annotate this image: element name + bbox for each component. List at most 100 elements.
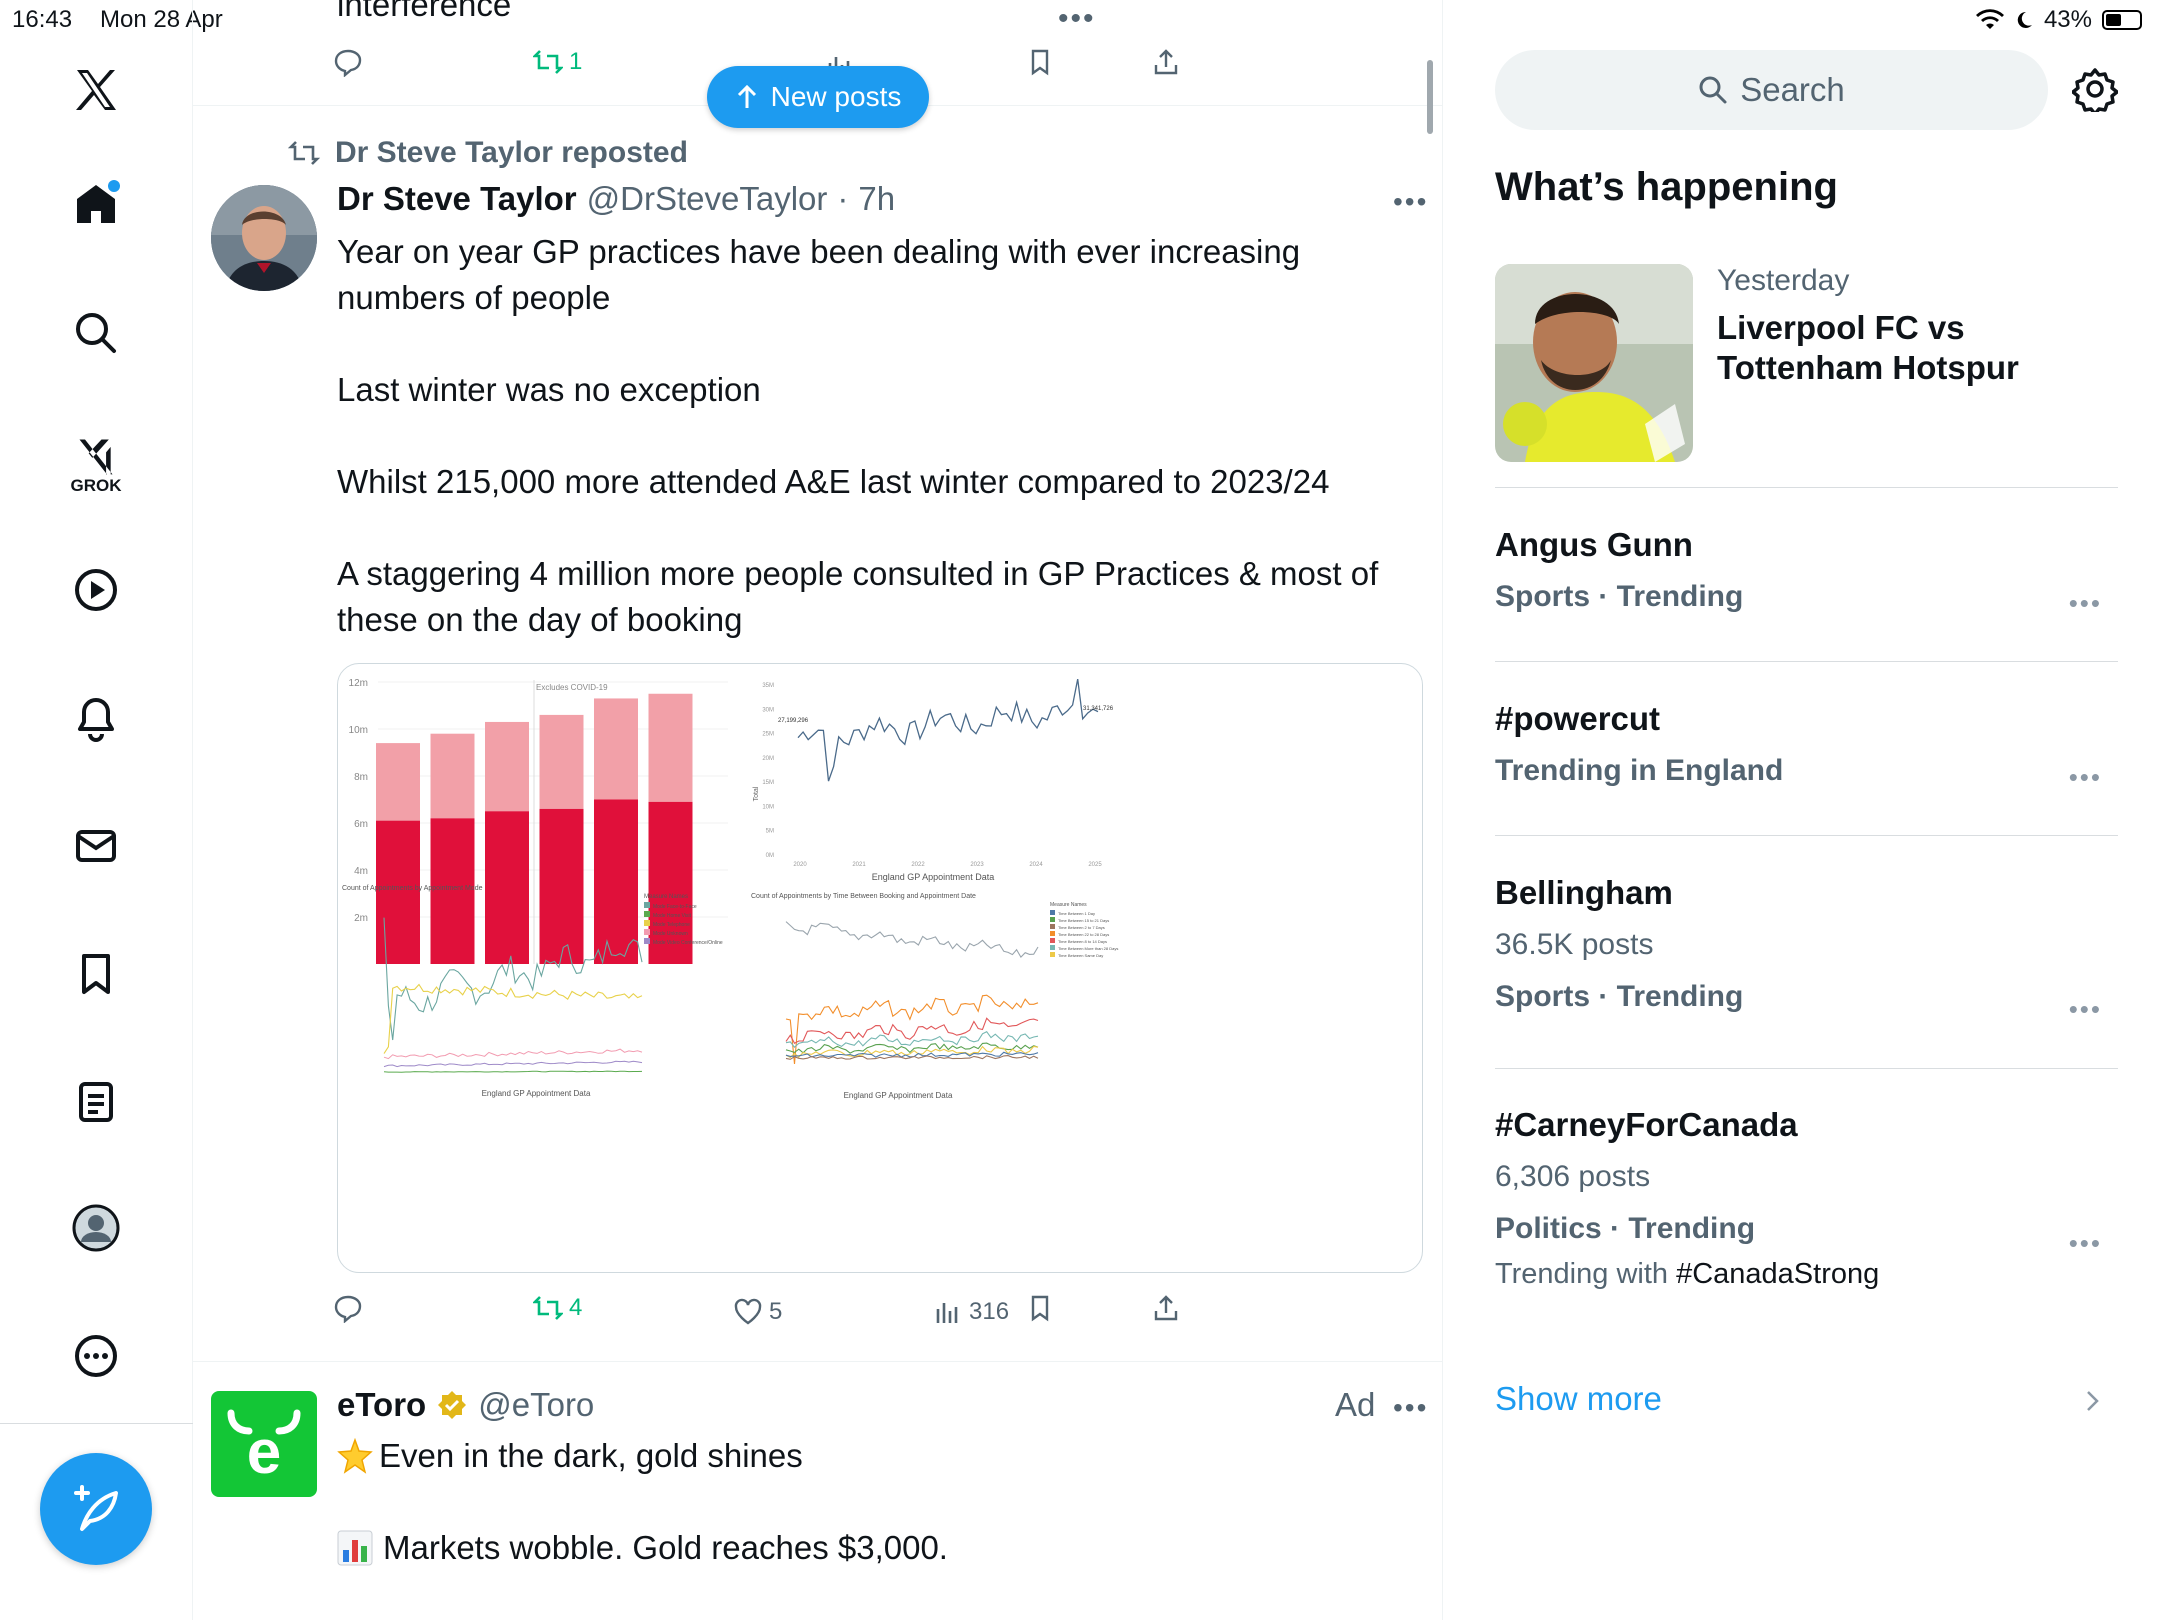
time-legend-swatch — [1050, 952, 1055, 957]
scrollbar-thumb[interactable] — [1427, 60, 1433, 134]
total-y-tick: 25M — [762, 732, 774, 738]
trend-separator — [1495, 1068, 2118, 1069]
reply-icon — [334, 49, 362, 77]
more-icon[interactable] — [68, 1328, 124, 1384]
author-handle[interactable]: @DrSteveTaylor — [587, 180, 828, 218]
ad-more-button[interactable]: ••• — [1393, 1392, 1428, 1424]
tweet-more-button[interactable]: ••• — [1393, 186, 1428, 218]
total-y-label: Total — [753, 786, 760, 801]
profile-avatar-icon[interactable] — [68, 1200, 124, 1256]
reply-button[interactable] — [333, 42, 363, 82]
mode-legend-label: Mode Home Visit — [653, 913, 692, 919]
like-button[interactable]: 5 — [733, 1292, 782, 1332]
star-sparkle-icon — [337, 1438, 373, 1474]
bar-upper-segment — [648, 693, 693, 802]
ad-line-2-text: Markets wobble. Gold reaches $3,000. — [383, 1529, 948, 1566]
arrow-up-icon — [737, 84, 756, 108]
search-icon[interactable] — [68, 305, 124, 361]
mode-legend-swatch — [644, 929, 650, 935]
time-legend-swatch — [1050, 931, 1055, 936]
total-x-tick: 2022 — [911, 862, 925, 868]
trend-item[interactable]: #powercut Trending in England ••• — [1495, 700, 2118, 792]
trend-item[interactable]: Angus Gunn Sports · Trending ••• — [1495, 526, 2118, 618]
author-avatar[interactable] — [211, 185, 317, 291]
author-name[interactable]: Dr Steve Taylor — [337, 180, 577, 218]
grok-icon[interactable]: GROK — [68, 425, 124, 505]
drag-handle-dots[interactable]: ••• — [1058, 2, 1096, 36]
trend-title: Angus Gunn — [1495, 526, 1693, 563]
bar-y-tick: 12m — [349, 678, 368, 689]
x-logo-icon[interactable] — [68, 62, 124, 118]
retweet-button[interactable]: 4 — [533, 1288, 582, 1328]
total-y-tick: 20M — [762, 756, 774, 762]
new-posts-button[interactable]: New posts — [707, 66, 929, 128]
retweet-count: 4 — [569, 1294, 583, 1321]
time-legend-label: Time Between 2 to 7 Days — [1058, 925, 1105, 930]
bell-icon[interactable] — [68, 690, 124, 746]
trend-meta: Trending in England — [1495, 754, 1784, 787]
time-chart-title: Count of Appointments by Time Between Bo… — [751, 893, 976, 900]
settings-gear-icon[interactable] — [2071, 66, 2119, 117]
tweet-separator — [193, 1361, 1442, 1362]
time-between-booking-chart-panel: Count of Appointments by Time Between Bo… — [751, 893, 1118, 1100]
share-button[interactable] — [1151, 42, 1181, 82]
reply-button[interactable] — [333, 1288, 363, 1328]
bookmark-icon[interactable] — [68, 946, 124, 1002]
lists-icon[interactable] — [68, 1074, 124, 1130]
repost-label: Dr Steve Taylor reposted — [335, 136, 688, 169]
total-appointments-chart-panel: 35M 30M 25M 20M 15M 10M 5M 0M 2020 2021 2022 2023 20… — [753, 678, 1114, 882]
home-icon[interactable] — [68, 176, 124, 232]
author-photo — [211, 185, 317, 291]
tweet-media-charts[interactable]: 12m 10m 8m 6m 4m 2m Excludes COVID-19 35M 30M 25… — [337, 663, 1423, 1273]
mode-x-label: England GP Appointment Data — [482, 1089, 591, 1098]
trend-separator — [1495, 487, 2118, 488]
whats-happening-heading: What’s happening — [1495, 165, 1838, 209]
trending-with: Trending with #CanadaStrong — [1495, 1258, 2118, 1291]
etoro-logo[interactable]: e — [211, 1391, 317, 1497]
prev-tweet-text: interference — [337, 0, 512, 23]
ad-author-handle[interactable]: @eToro — [478, 1386, 594, 1424]
views-button[interactable]: 316 — [933, 1292, 1009, 1332]
ad-label: Ad — [1335, 1386, 1376, 1423]
total-y-tick: 0M — [766, 853, 774, 859]
tweet-time[interactable]: 7h — [858, 180, 895, 218]
trend-item[interactable]: #CarneyForCanada 6,306 posts Politics · … — [1495, 1106, 2118, 1291]
show-more-link[interactable]: Show more — [1495, 1380, 2118, 1418]
bookmark-button[interactable] — [1025, 1288, 1055, 1328]
mode-legend-label: Mode Video Conference/Online — [653, 940, 723, 946]
share-button[interactable] — [1151, 1288, 1181, 1328]
time-legend-swatch — [1050, 917, 1055, 922]
time-legend-swatch — [1050, 924, 1055, 929]
ad-line-1-text: Even in the dark, gold shines — [379, 1437, 803, 1474]
retweet-button[interactable]: 1 — [533, 42, 582, 82]
total-first-value-label: 27,199,296 — [778, 718, 809, 724]
repost-header: Dr Steve Taylor reposted — [287, 136, 688, 170]
trend-meta: Sports · Trending — [1495, 980, 1744, 1013]
search-input[interactable]: Search — [1495, 50, 2048, 130]
compose-button[interactable] — [40, 1453, 152, 1565]
bookmark-button[interactable] — [1025, 42, 1055, 82]
trend-more-button[interactable]: ••• — [2069, 588, 2102, 619]
total-y-tick: 5M — [766, 829, 774, 835]
total-appointments-line — [797, 678, 1099, 782]
mail-icon[interactable] — [68, 818, 124, 874]
mode-home-visit-line — [383, 1070, 643, 1073]
trend-more-button[interactable]: ••• — [2069, 994, 2102, 1025]
ad-author-name[interactable]: eToro — [337, 1386, 426, 1424]
video-play-icon[interactable] — [68, 562, 124, 618]
trending-with-tag[interactable]: #CanadaStrong — [1676, 1258, 1879, 1290]
featured-event-image[interactable] — [1495, 264, 1693, 462]
bookmark-icon — [1031, 49, 1049, 76]
trend-more-button[interactable]: ••• — [2069, 1228, 2102, 1259]
trend-title: #powercut — [1495, 700, 1661, 737]
tweet-actions: 4 5 316 — [333, 1288, 1333, 1328]
bar-y-tick: 6m — [354, 819, 368, 830]
trend-more-button[interactable]: ••• — [2069, 762, 2102, 793]
ad-line-1: Even in the dark, gold shines — [337, 1433, 803, 1479]
total-x-tick: 2023 — [970, 862, 984, 868]
chevron-right-icon — [2087, 1391, 2099, 1411]
trend-item[interactable]: Bellingham 36.5K posts Sports · Trending… — [1495, 874, 2118, 1024]
bar-y-tick: 8m — [354, 772, 368, 783]
retweet-icon — [533, 1296, 563, 1320]
featured-title[interactable]: Liverpool FC vs Tottenham Hotspur — [1717, 308, 2057, 388]
